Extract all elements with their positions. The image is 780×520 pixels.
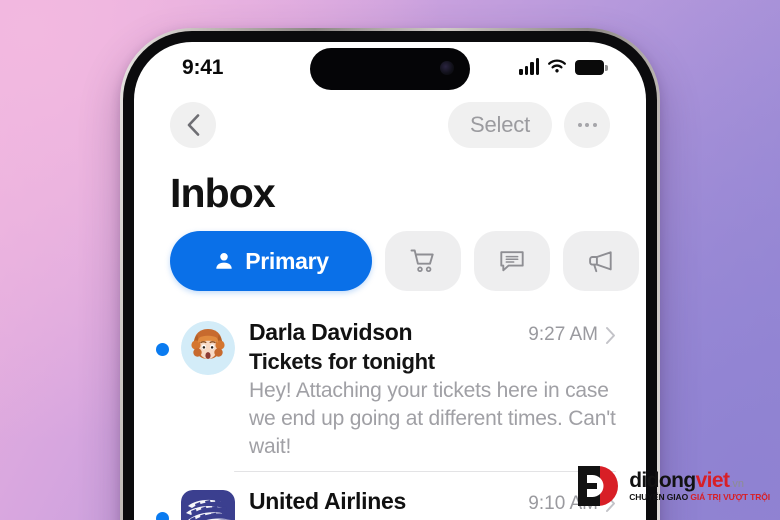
chevron-left-icon <box>187 114 199 136</box>
watermark-brand: didongviet.vn <box>629 470 770 491</box>
filter-pills: Primary <box>170 231 646 291</box>
shopping-cart-icon <box>410 249 434 273</box>
email-header-line: United Airlines 9:10 AM <box>249 488 616 515</box>
watermark-tagline: CHUYỂN GIAO GIÁ TRỊ VƯỢT TRỘI <box>629 493 770 502</box>
watermark-text: didongviet.vn CHUYỂN GIAO GIÁ TRỊ VƯỢT T… <box>629 470 770 502</box>
wifi-icon <box>548 59 566 73</box>
back-button[interactable] <box>170 102 216 148</box>
scene: 9:41 Select Inbox Primary Darla Davidson… <box>0 0 780 520</box>
email-sender: Darla Davidson <box>249 319 413 345</box>
person-icon <box>216 253 232 269</box>
email-list: Darla Davidson 9:27 AM Tickets for tonig… <box>134 313 646 520</box>
select-button[interactable]: Select <box>448 102 552 148</box>
filter-pill-updates[interactable] <box>474 231 550 291</box>
chat-bubble-icon <box>500 251 524 272</box>
watermark-brand-first: didong <box>629 469 696 493</box>
nav-bar: Select <box>134 96 646 158</box>
status-time: 9:41 <box>182 56 224 79</box>
email-preview: Hey! Attaching your tickets here in case… <box>249 379 616 458</box>
phone-screen: 9:41 Select Inbox Primary Darla Davidson… <box>134 42 646 520</box>
more-button[interactable] <box>564 102 610 148</box>
watermark-tagline-second: GIÁ TRỊ VƯỢT TRỘI <box>690 492 770 503</box>
chevron-right-icon <box>606 326 615 344</box>
watermark-brand-second: viet <box>695 469 730 493</box>
phone-bezel: 9:41 Select Inbox Primary Darla Davidson… <box>123 31 657 520</box>
email-meta: 9:27 AM <box>516 324 616 346</box>
email-content: United Airlines 9:10 AM Quick reminders … <box>249 482 616 520</box>
watermark-brand-tld: .vn <box>729 478 745 491</box>
filter-pill-promotions[interactable] <box>563 231 639 291</box>
row-divider <box>234 470 616 472</box>
email-time: 9:27 AM <box>528 324 598 345</box>
united-airlines-logo <box>181 489 235 520</box>
email-row[interactable]: United Airlines 9:10 AM Quick reminders … <box>134 482 646 520</box>
battery-full-icon <box>575 60 608 75</box>
cellular-signal-icon <box>519 58 539 75</box>
didongviet-logo <box>576 464 620 508</box>
email-row[interactable]: Darla Davidson 9:27 AM Tickets for tonig… <box>134 313 646 461</box>
filter-pill-primary-label: Primary <box>245 247 329 274</box>
front-camera-icon <box>440 61 454 75</box>
filter-pill-primary[interactable]: Primary <box>170 231 372 291</box>
ellipsis-icon <box>577 123 597 127</box>
watermark: didongviet.vn CHUYỂN GIAO GIÁ TRỊ VƯỢT T… <box>576 464 770 508</box>
dynamic-island <box>310 48 470 90</box>
unread-dot <box>156 343 169 356</box>
watermark-tagline-first: CHUYỂN GIAO <box>629 492 691 503</box>
email-sender: United Airlines <box>249 487 406 514</box>
memoji-avatar <box>181 321 235 375</box>
email-header-line: Darla Davidson 9:27 AM <box>249 319 616 346</box>
status-icons <box>519 58 608 75</box>
iphone-device: 9:41 Select Inbox Primary Darla Davidson… <box>120 28 660 520</box>
page-title: Inbox <box>170 170 276 216</box>
email-content: Darla Davidson 9:27 AM Tickets for tonig… <box>249 313 616 461</box>
megaphone-icon <box>589 251 612 273</box>
email-subject: Tickets for tonight <box>249 349 435 374</box>
unread-dot <box>156 511 169 520</box>
filter-pill-transactions[interactable] <box>385 231 461 291</box>
status-bar: 9:41 <box>134 42 646 96</box>
